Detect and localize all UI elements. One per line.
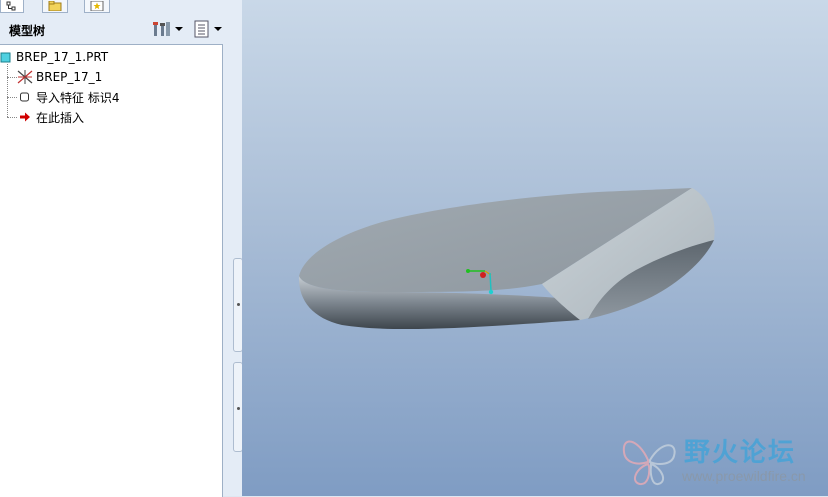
grip-dot-icon xyxy=(237,303,240,306)
tree-connector xyxy=(7,64,8,117)
panel-splitter[interactable] xyxy=(232,0,243,496)
tree-item-part[interactable]: BREP_17_1.PRT xyxy=(0,48,108,66)
import-feature-icon xyxy=(20,92,29,102)
watermark-title: 野火论坛 xyxy=(684,438,797,468)
butterfly-logo-icon xyxy=(622,440,676,486)
model-3d-view[interactable] xyxy=(242,0,828,496)
tree-item-import-feature[interactable]: 导入特征 标识4 xyxy=(19,88,119,106)
show-list-icon xyxy=(194,20,209,38)
tree-icon xyxy=(6,1,16,11)
tree-item-csys[interactable]: BREP_17_1 xyxy=(17,68,102,86)
navigator-tabs xyxy=(0,0,232,13)
tree-item-label: 导入特征 标识4 xyxy=(36,90,120,105)
watermark-url: www.proewildfire.cn xyxy=(682,468,806,484)
chevron-down-icon xyxy=(175,27,183,31)
forum-watermark: 野火论坛 www.proewildfire.cn xyxy=(616,428,828,492)
insert-here-arrow-icon xyxy=(20,112,30,122)
show-dropdown-button[interactable] xyxy=(193,20,222,38)
model-tree-toolbar xyxy=(152,20,222,38)
tree-item-label: BREP_17_1.PRT xyxy=(16,50,109,64)
favorites-tab[interactable] xyxy=(84,0,110,13)
settings-dropdown-button[interactable] xyxy=(152,20,183,38)
model-tree-header: 模型树 xyxy=(0,14,232,44)
tree-connector xyxy=(7,117,17,118)
star-icon xyxy=(90,1,104,11)
tree-connector xyxy=(7,97,17,98)
navigator-panel: 模型树 BREP_17_1.PRT BREP_17_1 导入特征 标识4 在此插… xyxy=(0,0,232,497)
tree-item-label: 在此插入 xyxy=(36,110,85,125)
settings-tool-icon xyxy=(153,22,170,36)
part-icon xyxy=(0,52,11,63)
chevron-down-icon xyxy=(214,27,222,31)
tree-item-label: BREP_17_1 xyxy=(36,70,103,84)
tree-item-insert-here[interactable]: 在此插入 xyxy=(19,108,84,126)
datum-csys-icon xyxy=(17,70,33,84)
model-tree[interactable]: BREP_17_1.PRT BREP_17_1 导入特征 标识4 在此插入 xyxy=(0,44,223,497)
model-tree-title: 模型树 xyxy=(9,24,46,38)
folder-icon xyxy=(48,1,62,11)
tree-connector xyxy=(7,77,17,78)
model-tree-tab[interactable] xyxy=(0,0,24,13)
graphics-viewport[interactable]: 野火论坛 www.proewildfire.cn xyxy=(242,0,828,496)
grip-dot-icon xyxy=(237,407,240,410)
folder-browser-tab[interactable] xyxy=(42,0,68,13)
